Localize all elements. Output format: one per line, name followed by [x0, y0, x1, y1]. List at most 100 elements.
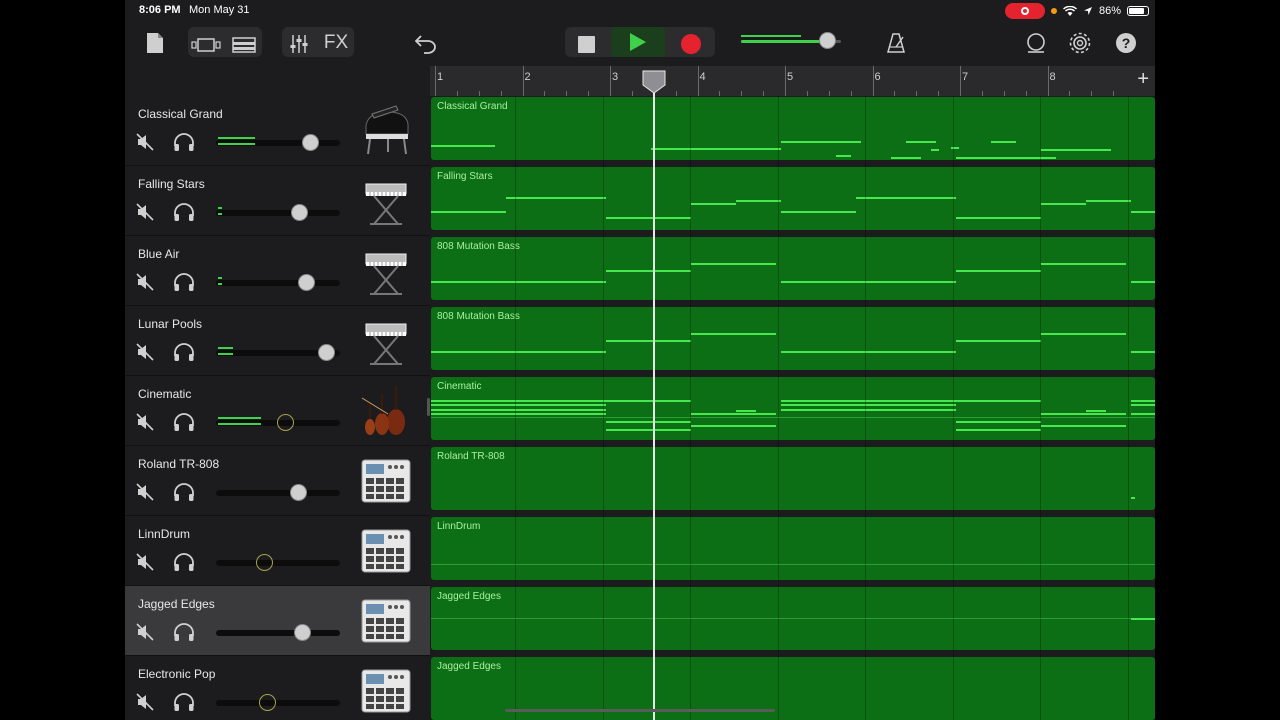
track-volume-slider[interactable] — [216, 624, 340, 641]
ruler-beat-tick — [828, 91, 830, 96]
track-header-resize-handle[interactable] — [427, 398, 430, 416]
midi-note — [1041, 263, 1126, 265]
mute-icon[interactable] — [136, 343, 154, 361]
status-right: 86% — [1004, 3, 1149, 19]
volume-knob[interactable] — [259, 694, 276, 711]
level-meter — [218, 283, 222, 285]
track-header[interactable]: Cinematic — [125, 376, 430, 446]
my-songs-icon[interactable] — [143, 30, 167, 56]
bar-gridline — [603, 96, 604, 720]
headphones-icon[interactable] — [173, 203, 195, 223]
volume-knob[interactable] — [298, 274, 315, 291]
track-header[interactable]: LinnDrum — [125, 516, 430, 586]
headphones-icon[interactable] — [173, 343, 195, 363]
midi-note — [891, 157, 921, 159]
track-region[interactable]: Roland TR-808 — [431, 447, 1155, 510]
undo-icon[interactable] — [411, 31, 441, 57]
ruler-beat-tick — [456, 91, 458, 96]
track-region[interactable]: Cinematic — [431, 377, 1155, 440]
track-volume-slider[interactable] — [216, 344, 340, 361]
ruler-beat-tick — [1113, 91, 1115, 96]
fx-button[interactable]: FX — [320, 30, 352, 56]
track-region[interactable]: Classical Grand — [431, 97, 1155, 160]
mute-icon[interactable] — [136, 553, 154, 571]
mute-icon[interactable] — [136, 693, 154, 711]
mute-icon[interactable] — [136, 273, 154, 291]
volume-knob[interactable] — [294, 624, 311, 641]
track-volume-slider[interactable] — [216, 414, 340, 431]
status-bar: 8:06 PM Mon May 31 86% — [125, 0, 1155, 22]
midi-note — [956, 270, 1041, 272]
track-region[interactable]: 808 Mutation Bass — [431, 307, 1155, 370]
midi-note — [1041, 149, 1111, 151]
volume-knob[interactable] — [290, 484, 307, 501]
headphones-icon[interactable] — [173, 133, 195, 153]
track-header[interactable]: Falling Stars — [125, 166, 430, 236]
timeline-ruler[interactable]: + 1 2 3 4 5 6 7 8 — [430, 66, 1155, 96]
add-section-button[interactable]: + — [1137, 68, 1149, 91]
master-volume-knob[interactable] — [819, 32, 836, 49]
track-volume-slider[interactable] — [216, 274, 340, 291]
track-region[interactable]: LinnDrum — [431, 517, 1155, 580]
track-volume-slider[interactable] — [216, 204, 340, 221]
track-region[interactable]: 808 Mutation Bass — [431, 237, 1155, 300]
help-icon[interactable]: ? — [1113, 30, 1139, 56]
ruler-bar-number: 6 — [874, 71, 881, 83]
battery-icon — [1127, 6, 1149, 16]
mute-icon[interactable] — [136, 133, 154, 151]
track-header[interactable]: Jagged Edges — [125, 586, 430, 656]
mute-icon[interactable] — [136, 413, 154, 431]
master-volume-slider[interactable] — [741, 32, 841, 49]
stop-icon[interactable] — [573, 31, 599, 57]
playhead-line — [653, 86, 655, 720]
headphones-icon[interactable] — [173, 413, 195, 433]
track-header[interactable]: Blue Air — [125, 236, 430, 306]
headphones-icon[interactable] — [173, 693, 195, 713]
headphones-icon[interactable] — [173, 553, 195, 573]
region-label: Cinematic — [437, 381, 482, 392]
volume-knob[interactable] — [318, 344, 335, 361]
ruler-beat-tick — [1025, 91, 1027, 96]
mixer-icon[interactable] — [284, 31, 314, 57]
track-region[interactable]: Jagged Edges — [431, 587, 1155, 650]
volume-knob[interactable] — [302, 134, 319, 151]
track-volume-slider[interactable] — [216, 484, 340, 501]
metronome-icon[interactable] — [883, 30, 909, 56]
wifi-icon — [1062, 5, 1077, 16]
headphones-icon[interactable] — [173, 273, 195, 293]
track-header[interactable]: Electronic Pop — [125, 656, 430, 720]
track-header[interactable]: Roland TR-808 — [125, 446, 430, 516]
status-time: 8:06 PM — [139, 4, 181, 16]
ruler-bar-tick — [435, 66, 436, 96]
track-volume-slider[interactable] — [216, 554, 340, 571]
horizontal-scrollbar[interactable] — [505, 709, 775, 712]
play-button[interactable] — [611, 27, 665, 57]
status-date: Mon May 31 — [189, 4, 250, 16]
grand-piano-icon — [365, 105, 409, 155]
track-volume-slider[interactable] — [216, 134, 340, 151]
drum-machine-icon — [361, 459, 411, 503]
track-header[interactable]: Lunar Pools — [125, 306, 430, 376]
mute-icon[interactable] — [136, 623, 154, 641]
loop-browser-icon[interactable] — [1023, 30, 1049, 56]
mute-icon[interactable] — [136, 483, 154, 501]
playhead-handle[interactable] — [642, 70, 666, 94]
tracks-view-icon[interactable] — [229, 32, 259, 58]
headphones-icon[interactable] — [173, 623, 195, 643]
record-icon[interactable] — [678, 31, 704, 57]
track-header[interactable]: Classical Grand — [125, 96, 430, 166]
volume-knob[interactable] — [256, 554, 273, 571]
midi-note — [431, 400, 606, 402]
screen-recording-icon[interactable] — [1004, 3, 1045, 19]
midi-note — [826, 141, 856, 143]
track-region[interactable]: Falling Stars — [431, 167, 1155, 230]
volume-knob[interactable] — [277, 414, 294, 431]
mute-icon[interactable] — [136, 203, 154, 221]
volume-knob[interactable] — [291, 204, 308, 221]
track-volume-slider[interactable] — [216, 694, 340, 711]
headphones-icon[interactable] — [173, 483, 195, 503]
browser-icon[interactable] — [190, 32, 222, 58]
settings-icon[interactable] — [1067, 30, 1093, 56]
midi-note — [781, 404, 956, 406]
ruler-beat-tick — [981, 91, 983, 96]
